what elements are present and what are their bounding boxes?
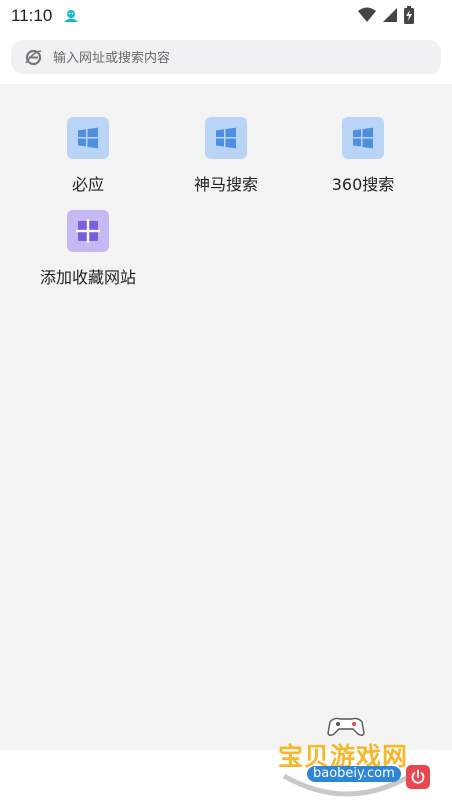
browser-e-icon	[25, 49, 42, 70]
windows-icon	[342, 117, 384, 159]
cellular-signal-icon	[382, 7, 398, 27]
shortcut-grid: 必应 神马搜索 360搜索 添加收藏网站	[0, 84, 452, 750]
shortcut-360-search[interactable]: 360搜索	[303, 117, 423, 195]
person-notification-icon	[63, 8, 79, 27]
shortcut-add-favorite[interactable]: 添加收藏网站	[28, 210, 148, 288]
shortcut-label: 添加收藏网站	[39, 268, 136, 287]
shortcut-bing[interactable]: 必应	[28, 117, 148, 195]
battery-charging-icon	[404, 6, 414, 28]
windows-icon	[205, 117, 247, 159]
windows-icon	[67, 117, 109, 159]
status-time: 11:10	[11, 6, 53, 25]
shortcut-label: 必应	[71, 175, 104, 194]
power-icon	[411, 769, 425, 784]
shortcut-shenma-search[interactable]: 神马搜索	[166, 117, 286, 195]
power-button[interactable]	[406, 765, 430, 789]
shortcut-label: 神马搜索	[193, 175, 258, 194]
shortcut-label: 360搜索	[331, 175, 395, 194]
watermark-domain: baobeiy.com	[307, 766, 401, 782]
search-input[interactable]	[51, 40, 425, 76]
search-bar[interactable]	[11, 40, 441, 76]
wifi-icon	[358, 7, 376, 27]
add-icon	[67, 210, 109, 252]
status-bar: 11:10	[0, 0, 452, 32]
